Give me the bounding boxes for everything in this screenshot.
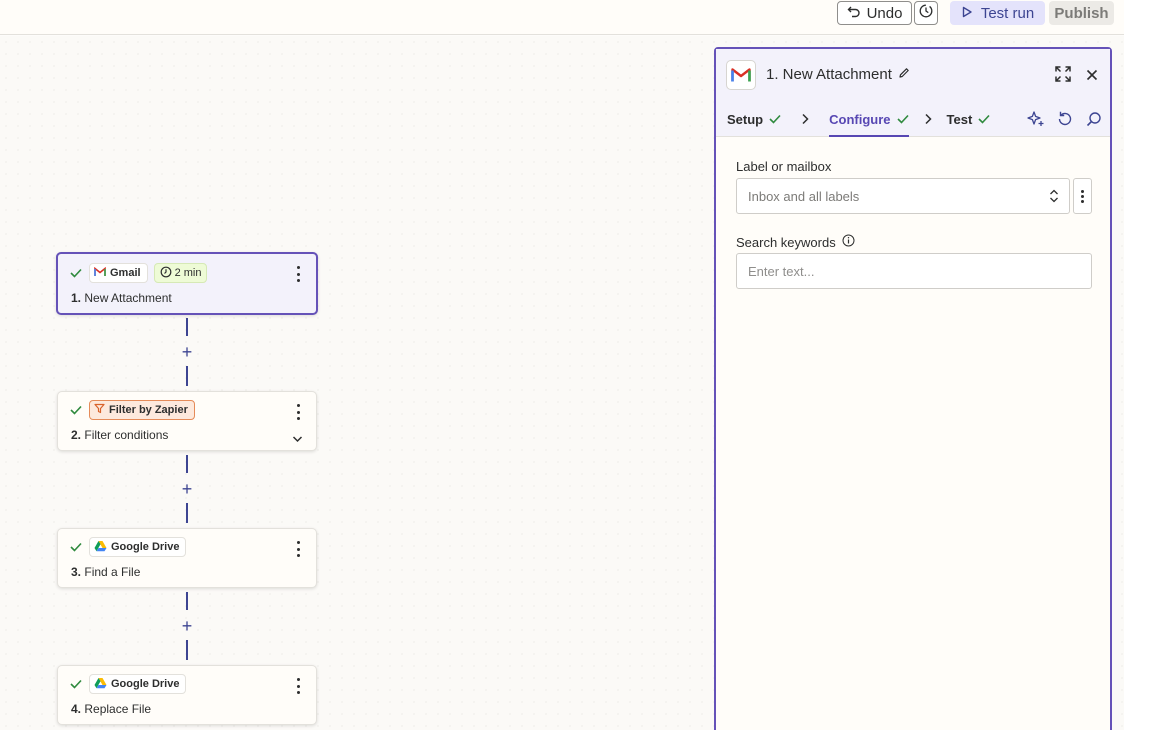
info-icon[interactable] [842,234,855,250]
refresh-icon[interactable] [1056,110,1074,133]
add-step-plus-icon[interactable]: + [180,617,194,635]
google-drive-icon [94,677,107,692]
app-name: Google Drive [111,678,180,690]
step-title: 1. New Attachment [71,291,172,305]
step-node-3[interactable]: Google Drive 3. Find a File [57,528,317,588]
step-title: 4. Replace File [71,702,152,716]
connector-line [186,455,188,473]
up-down-icon [1049,188,1059,207]
app-badge-google-drive: Google Drive [89,674,187,694]
connector-line [186,503,188,523]
panel-title[interactable]: 1. New Attachment [766,66,910,83]
chevron-down-icon[interactable] [292,430,303,448]
connector-line [186,318,188,336]
check-icon [769,112,781,127]
step-editor-panel: 1. New Attachment Setup Configure Test L… [714,47,1112,730]
step-node-4[interactable]: Google Drive 4. Replace File [57,665,317,725]
step-title: 3. Find a File [71,565,141,579]
tab-test[interactable]: Test [947,109,991,129]
tab-label: Test [946,111,973,127]
label-mailbox-label: Label or mailbox [736,159,832,174]
step-tabs: Setup Configure Test [727,109,990,137]
search-icon[interactable] [1085,110,1103,133]
search-keywords-label: Search keywords [736,234,855,250]
add-step-plus-icon[interactable]: + [180,343,194,361]
panel-title-text: 1. New Attachment [766,66,892,83]
undo-label: Undo [866,4,903,22]
check-icon [978,112,990,127]
filter-icon [94,403,105,417]
time-badge: 2 min [153,263,208,283]
kebab-icon[interactable] [292,678,304,694]
search-keywords-input[interactable] [736,253,1092,289]
undo-icon [847,4,861,22]
expand-icon[interactable] [1055,66,1071,87]
gmail-icon [94,266,106,280]
top-toolbar: Undo Test run Publish [0,0,1124,35]
tab-setup[interactable]: Setup [727,109,781,129]
check-icon [69,540,83,554]
step-node-2[interactable]: Filter by Zapier 2. Filter conditions [57,391,317,451]
check-icon [69,677,83,691]
panel-tools [1027,110,1103,133]
step-title: 2. Filter conditions [71,428,169,442]
app-badge-filter: Filter by Zapier [89,400,195,420]
check-icon [69,403,83,417]
kebab-icon[interactable] [292,541,304,557]
history-button[interactable] [914,1,938,25]
history-icon [918,3,934,24]
check-icon [69,266,83,280]
chevron-right-icon [781,109,829,129]
kebab-icon[interactable] [292,404,304,420]
publish-label: Publish [1054,4,1109,22]
app-name: Gmail [110,267,141,279]
step-node-1[interactable]: Gmail 2 min 1. New Attachment [56,252,318,315]
right-gutter [1124,0,1152,730]
test-run-button[interactable]: Test run [950,1,1045,25]
clock-icon [160,266,172,281]
connector-line [186,366,188,386]
select-placeholder: Inbox and all labels [748,189,860,204]
close-icon[interactable] [1086,68,1098,86]
gmail-icon [726,60,756,90]
kebab-icon[interactable] [292,266,304,282]
app-badge-gmail: Gmail [89,263,148,283]
tab-label: Setup [727,111,764,127]
play-icon [961,5,973,22]
tab-label: Configure [829,111,891,127]
time-label: 2 min [174,267,202,279]
connector-line [186,640,188,660]
tab-configure[interactable]: Configure [829,109,909,137]
check-icon [896,112,909,127]
test-run-label: Test run [980,4,1035,22]
field-options-kebab-icon[interactable] [1073,178,1092,214]
app-name: Filter by Zapier [109,404,188,416]
pencil-icon[interactable] [898,66,910,83]
app-name: Google Drive [111,541,180,553]
add-step-plus-icon[interactable]: + [180,480,194,498]
publish-button[interactable]: Publish [1049,1,1114,25]
ai-sparkle-icon[interactable] [1027,110,1045,133]
undo-button[interactable]: Undo [837,1,912,25]
chevron-right-icon [909,109,947,129]
panel-header: 1. New Attachment Setup Configure Test [716,49,1110,137]
connector-line [186,592,188,610]
google-drive-icon [94,540,107,555]
app-badge-google-drive: Google Drive [89,537,187,557]
label-mailbox-select[interactable]: Inbox and all labels [736,178,1070,214]
